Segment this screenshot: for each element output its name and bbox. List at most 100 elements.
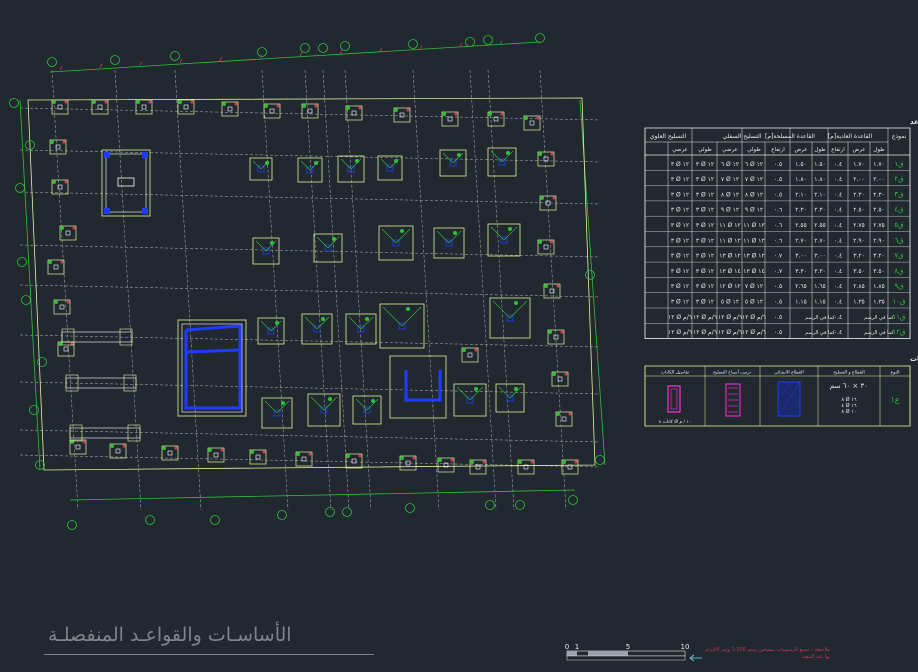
table-cell: ٠.٤	[834, 253, 842, 260]
footing-small	[437, 457, 455, 473]
rebar-mark	[530, 460, 534, 464]
scale-bar-label: 0	[565, 643, 569, 651]
rebar-mark	[275, 321, 279, 325]
rebar-mark	[328, 397, 332, 401]
footing-large	[433, 227, 465, 259]
table-cell: ١٢ Ø ٦/م	[668, 329, 692, 336]
column-mark	[351, 110, 357, 116]
rebar-line	[264, 400, 278, 414]
column-mark	[97, 104, 103, 110]
rebar-mark	[136, 100, 140, 104]
rebar-mark	[70, 440, 74, 444]
table-header-cell: القاعدة المسلحة[م]	[765, 133, 815, 140]
table-cell: ١١ Ø ١٢	[719, 237, 740, 244]
dimension-tick	[379, 47, 383, 52]
footing-small	[487, 111, 505, 127]
table-cell: ٠.٦	[774, 222, 782, 229]
rebar-mark	[482, 460, 486, 464]
rebar-mark	[148, 100, 152, 104]
rebar-mark	[162, 446, 166, 450]
column-mark	[561, 416, 567, 422]
rebar-line	[442, 152, 454, 164]
drawing-title: الأساسـات والقواعـد المنفصلـة	[48, 624, 292, 646]
footing-large	[249, 157, 273, 181]
table-cell: ٠.٤	[834, 329, 842, 336]
rebar-mark	[406, 108, 410, 112]
grid-bubble	[325, 507, 335, 517]
footing-small	[523, 115, 541, 131]
table-model-cell: ق٨	[894, 267, 903, 275]
drawing-note: ملاحظة : جميع الرسومات بمقياس رسم 1:100 …	[705, 647, 830, 660]
table-cell: ٠.٥	[774, 329, 782, 336]
rebar-line	[310, 396, 325, 411]
table-cell: ١٣ Ø ١٢	[719, 253, 740, 260]
column-mark	[117, 177, 135, 187]
table-cell: ٢.٠٠	[853, 176, 865, 183]
rebar-mark	[302, 104, 306, 108]
table-cell: ٠.٤	[834, 283, 842, 290]
table-cell: ١.٧٠	[873, 161, 885, 168]
table-cell: ٣.٢٠	[873, 253, 885, 260]
rebar-mark	[174, 446, 178, 450]
table-cell: ٠.٧	[774, 268, 783, 275]
rebar-mark	[276, 104, 280, 108]
table-model-cell: ق٣	[894, 190, 903, 198]
dimension-tick	[99, 63, 103, 68]
rebar-mark	[394, 159, 398, 163]
table-cell: ١٣ Ø ١٤	[719, 268, 740, 275]
grid-line-v	[344, 69, 372, 511]
rebar-line	[498, 386, 511, 399]
column-mark	[183, 104, 189, 110]
grid-bubble	[483, 35, 493, 45]
grid-bubble	[465, 37, 475, 47]
rebar-line	[380, 158, 391, 169]
columns-schedule-table: نماذج القطاعات و تسليح القطاعات النوع القط…	[644, 355, 918, 427]
table-cell: كما في الرسم	[805, 315, 835, 321]
scale-bar-label: 5	[626, 643, 630, 651]
column-section-cell: ٣٠ × ٦٠ سم	[830, 382, 868, 390]
rebar-mark	[58, 342, 62, 346]
table-cell: ١.٨٠	[814, 176, 826, 183]
footing-large	[297, 157, 323, 183]
rebar-mark	[355, 159, 359, 163]
table-cell: ٠.٥	[774, 176, 782, 183]
table-cell: ١.٣٥	[853, 299, 865, 306]
rebar-mark	[250, 450, 254, 454]
table-cell: ١٢ Ø ٦/م	[718, 329, 742, 336]
rebar-mark	[406, 307, 410, 311]
footing-small	[91, 99, 109, 115]
table-cell: ٢.٩٠	[853, 237, 865, 244]
rebar-mark	[332, 237, 336, 241]
footing-small	[345, 453, 363, 469]
column-mark	[59, 304, 65, 310]
grid-bubble	[515, 500, 525, 510]
table-cell: ٣.٣٠	[795, 268, 807, 275]
rebar-line	[355, 398, 368, 411]
rebar-mark	[48, 260, 52, 264]
footing-small	[109, 443, 127, 459]
scale-bar-label: 1	[575, 643, 579, 651]
title-underline	[44, 654, 374, 655]
column-mark	[447, 116, 453, 122]
footing-large	[377, 155, 403, 181]
table-cell: ٢.٥٠	[873, 207, 885, 214]
table-cell: ٣ Ø ١٢	[671, 268, 689, 275]
footing-small	[221, 101, 239, 117]
footing-small	[263, 103, 281, 119]
rebar-mark	[550, 240, 554, 244]
rebar-mark	[178, 100, 182, 104]
column-blue	[104, 208, 110, 214]
column-mark	[227, 106, 233, 112]
column-mark	[557, 376, 563, 382]
rebar-mark	[190, 100, 194, 104]
grid-line-v	[51, 69, 79, 511]
rebar-mark	[400, 229, 404, 233]
grid-bubble	[485, 500, 495, 510]
grid-bubble	[568, 495, 578, 505]
rebar-mark	[453, 231, 457, 235]
footing-large	[252, 237, 280, 265]
footing-small	[57, 341, 75, 357]
dimension-tick	[419, 45, 423, 50]
grid-bubble	[15, 183, 25, 193]
table-cell: ٠.٥	[774, 161, 782, 168]
